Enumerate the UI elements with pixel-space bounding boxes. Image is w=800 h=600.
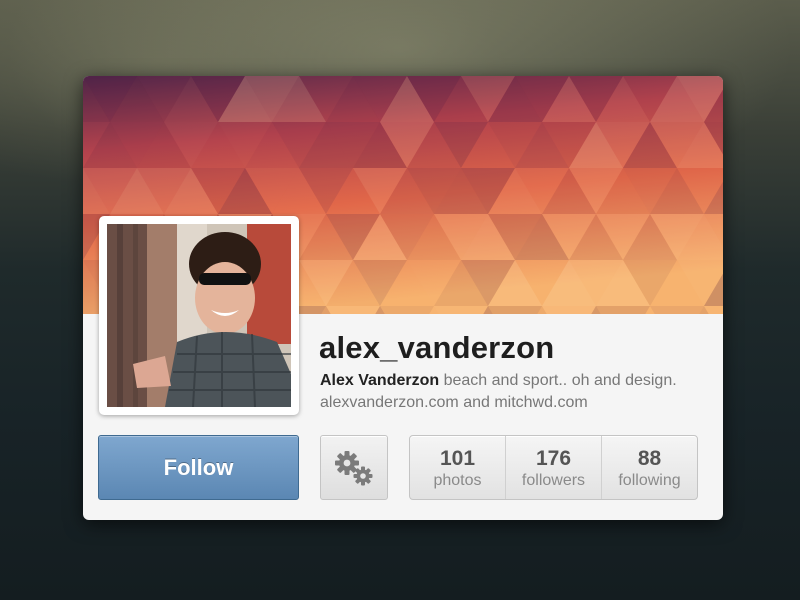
profile-photo	[107, 224, 291, 407]
settings-button[interactable]	[320, 435, 388, 500]
stat-count: 176	[535, 447, 572, 470]
cover-triangle	[434, 306, 488, 314]
display-name[interactable]: Alex Vanderzon	[320, 372, 439, 389]
stat-photos[interactable]: 101 photos	[410, 436, 505, 499]
cover-triangle	[488, 306, 542, 314]
cover-triangle	[326, 306, 380, 314]
stat-followers[interactable]: 176 followers	[505, 436, 601, 499]
gears-icon	[335, 451, 373, 486]
stat-following[interactable]: 88 following	[601, 436, 697, 499]
cover-triangle	[380, 306, 434, 314]
cover-triangle	[542, 306, 596, 314]
bio: Alex Vanderzon beach and sport.. oh and …	[320, 370, 700, 414]
stat-label: following	[618, 472, 681, 489]
stat-count: 101	[439, 447, 476, 470]
stats-bar: 101 photos 176 followers 88 following	[409, 435, 698, 500]
username: alex_vanderzon	[319, 330, 555, 365]
follow-button[interactable]: Follow	[98, 435, 299, 500]
stat-label: followers	[521, 472, 586, 489]
stat-label: photos	[433, 472, 482, 489]
avatar[interactable]	[99, 216, 299, 415]
cover-triangle	[596, 306, 650, 314]
stat-count: 88	[637, 447, 662, 470]
profile-card: alex_vanderzon Alex Vanderzon beach and …	[83, 76, 723, 520]
cover-triangle	[650, 306, 704, 314]
